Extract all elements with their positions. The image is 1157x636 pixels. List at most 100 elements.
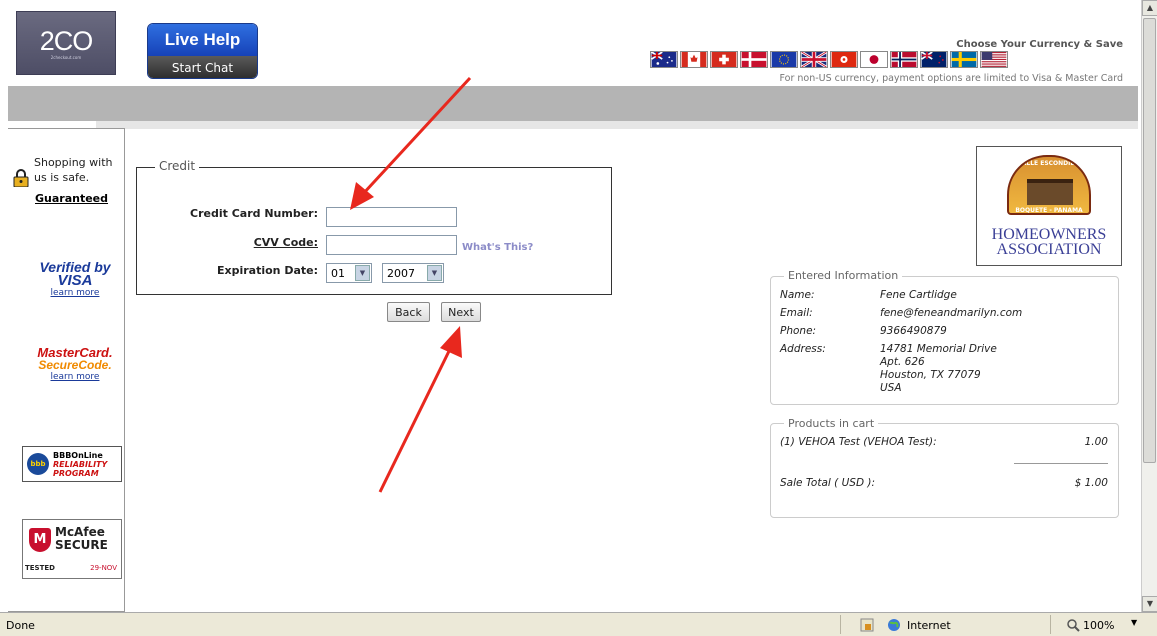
name-label: Name: bbox=[780, 289, 815, 301]
content-top-edge bbox=[96, 121, 1138, 129]
entered-info-legend: Entered Information bbox=[784, 269, 903, 282]
2co-logo[interactable]: 2CO 2checkout.com bbox=[16, 11, 116, 75]
flag-new-zealand-icon[interactable] bbox=[920, 51, 948, 68]
back-button[interactable]: Back bbox=[387, 302, 430, 322]
whats-this-link[interactable]: What's This? bbox=[462, 242, 533, 253]
flag-uk-icon[interactable] bbox=[800, 51, 828, 68]
arrow-to-next-button bbox=[378, 326, 462, 493]
verified-by-visa-badge[interactable]: Verified by VISA learn more bbox=[36, 260, 114, 298]
bbb-line2: RELIABILITY bbox=[53, 459, 108, 469]
cart-legend: Products in cart bbox=[784, 417, 879, 430]
badge-text: VALLE ESCONDIDO bbox=[1017, 160, 1081, 167]
mc-line2: SecureCode. bbox=[38, 358, 112, 372]
live-help-button[interactable]: Live Help Start Chat bbox=[147, 23, 258, 79]
flag-usa-icon[interactable] bbox=[980, 51, 1008, 68]
chevron-down-icon[interactable]: ▼ bbox=[427, 265, 442, 281]
zoom-icon[interactable] bbox=[1066, 618, 1080, 632]
flag-australia-icon[interactable] bbox=[650, 51, 678, 68]
card-number-label: Credit Card Number: bbox=[190, 207, 318, 220]
flag-japan-icon[interactable] bbox=[860, 51, 888, 68]
bbb-text: BBBOnLine RELIABILITY PROGRAM bbox=[53, 451, 107, 478]
header-bar bbox=[8, 86, 1138, 121]
internet-globe-icon bbox=[888, 619, 900, 631]
tested-label: TESTED bbox=[25, 564, 55, 572]
vbv-line2: VISA bbox=[57, 272, 93, 289]
sale-total-label: Sale Total ( USD ): bbox=[780, 477, 876, 489]
logo-subtext: 2checkout.com bbox=[50, 55, 82, 60]
merchant-name-line2: ASSOCIATION bbox=[996, 241, 1102, 258]
exp-year-value: 2007 bbox=[387, 266, 415, 280]
valle-escondido-badge: VALLE ESCONDIDO BOQUETE - PANAMA bbox=[1007, 155, 1091, 215]
expiration-label: Expiration Date: bbox=[216, 264, 318, 277]
mastercard-securecode-badge[interactable]: MasterCard. SecureCode. learn more bbox=[36, 346, 114, 382]
safe-shopping-text: Shopping with us is safe. bbox=[34, 155, 113, 185]
guaranteed-link[interactable]: Guaranteed bbox=[35, 192, 108, 205]
address-line4: USA bbox=[880, 382, 902, 394]
currency-flags bbox=[650, 51, 1008, 68]
chevron-down-icon[interactable]: ▼ bbox=[355, 265, 370, 281]
phone-label: Phone: bbox=[780, 325, 817, 337]
vertical-scrollbar[interactable]: ▲ ▼ bbox=[1141, 0, 1157, 612]
zoom-dropdown-icon[interactable]: ▼ bbox=[1131, 618, 1137, 627]
browser-status-bar: Done Internet 100% ▼ bbox=[0, 612, 1157, 636]
flag-hong-kong-icon[interactable] bbox=[830, 51, 858, 68]
flag-eu-icon[interactable] bbox=[770, 51, 798, 68]
badge-subtext: BOQUETE - PANAMA bbox=[1015, 207, 1083, 214]
address-line3: Houston, TX 77079 bbox=[880, 369, 981, 381]
card-number-input[interactable] bbox=[326, 207, 457, 227]
exp-month-value: 01 bbox=[331, 266, 345, 280]
security-zone-label: Internet bbox=[907, 619, 951, 632]
bbb-seal-icon: bbb bbox=[27, 453, 49, 475]
phone-value: 9366490879 bbox=[880, 325, 947, 337]
next-button[interactable]: Next bbox=[441, 302, 481, 322]
cart-item-label: (1) VEHOA Test (VEHOA Test): bbox=[780, 436, 937, 448]
flag-canada-icon[interactable] bbox=[680, 51, 708, 68]
tested-date: 29-NOV bbox=[90, 564, 117, 572]
zoom-level[interactable]: 100% bbox=[1083, 619, 1114, 632]
scroll-thumb[interactable] bbox=[1143, 18, 1156, 463]
security-lock-icon bbox=[860, 618, 874, 632]
merchant-name-line1: HOMEOWNERS bbox=[991, 226, 1107, 243]
bbb-line3: PROGRAM bbox=[53, 468, 99, 478]
scroll-up-icon[interactable]: ▲ bbox=[1142, 0, 1157, 16]
flag-norway-icon[interactable] bbox=[890, 51, 918, 68]
flag-denmark-icon[interactable] bbox=[740, 51, 768, 68]
address-line2: Apt. 626 bbox=[880, 356, 925, 368]
vbv-learn-more-link[interactable]: learn more bbox=[36, 288, 114, 298]
flag-switzerland-icon[interactable] bbox=[710, 51, 738, 68]
mc-learn-more-link[interactable]: learn more bbox=[36, 372, 114, 382]
exp-year-select[interactable]: 2007 ▼ bbox=[382, 263, 444, 283]
address-line1: 14781 Memorial Drive bbox=[880, 343, 997, 355]
email-value: fene@feneandmarilyn.com bbox=[880, 307, 1023, 319]
start-chat-label: Start Chat bbox=[148, 56, 257, 78]
credit-legend: Credit bbox=[155, 159, 200, 173]
currency-note: For non-US currency, payment options are… bbox=[779, 73, 1124, 84]
lock-icon bbox=[13, 169, 29, 187]
logo-text: 2CO bbox=[39, 26, 94, 56]
live-help-label: Live Help bbox=[148, 24, 257, 56]
merchant-logo: VALLE ESCONDIDO BOQUETE - PANAMA HOMEOWN… bbox=[976, 146, 1122, 266]
sale-total-value: $ 1.00 bbox=[1074, 477, 1108, 489]
mcafee-shield-icon: M bbox=[29, 528, 51, 552]
cart-item-price: 1.00 bbox=[1084, 436, 1108, 448]
currency-title: Choose Your Currency & Save bbox=[956, 39, 1123, 50]
scroll-down-icon[interactable]: ▼ bbox=[1142, 596, 1157, 612]
exp-month-select[interactable]: 01 ▼ bbox=[326, 263, 372, 283]
status-divider bbox=[1050, 615, 1051, 634]
bbb-line1: BBBOnLine bbox=[53, 450, 103, 460]
email-label: Email: bbox=[780, 307, 813, 319]
safe-text-line2: us is safe. bbox=[34, 171, 90, 184]
mcafee-line2: SECURE bbox=[55, 538, 108, 552]
status-divider bbox=[840, 615, 841, 634]
status-text: Done bbox=[6, 619, 35, 632]
cart-divider bbox=[1014, 463, 1108, 464]
safe-text-line1: Shopping with bbox=[34, 156, 113, 169]
mcafee-name: McAfee SECURE bbox=[55, 526, 108, 552]
mcafee-secure-badge[interactable]: M McAfee SECURE TESTED 29-NOV bbox=[22, 519, 122, 579]
bbb-online-badge[interactable]: bbb BBBOnLine RELIABILITY PROGRAM bbox=[22, 446, 122, 482]
flag-sweden-icon[interactable] bbox=[950, 51, 978, 68]
cvv-label: CVV Code: bbox=[253, 236, 318, 249]
trust-sidebar: Shopping with us is safe. Guaranteed Ver… bbox=[8, 128, 125, 612]
cvv-input[interactable] bbox=[326, 235, 457, 255]
house-icon bbox=[1027, 179, 1073, 205]
